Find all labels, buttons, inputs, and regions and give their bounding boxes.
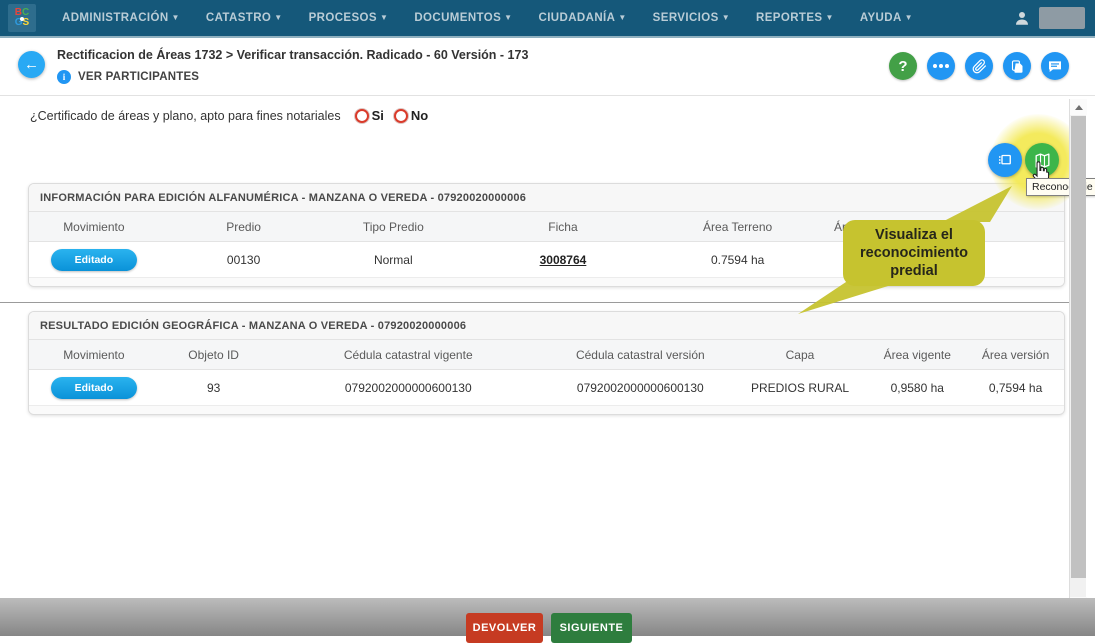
nav-item-documentos[interactable]: DOCUMENTOS▼: [414, 12, 512, 24]
col-tipo-predio: Tipo Predio: [328, 220, 458, 234]
radio-option-no[interactable]: No: [394, 108, 428, 123]
user-name-redacted[interactable]: [1039, 7, 1085, 29]
capa-value: PREDIOS RURAL: [733, 381, 868, 395]
breadcrumb: Rectificacion de Áreas 1732 > Verificar …: [57, 48, 528, 62]
area-terreno-value: 0.7594 ha: [668, 253, 808, 267]
chevron-down-icon: ▼: [504, 13, 512, 22]
cedula-version-value: 0792002000000600130: [548, 381, 733, 395]
nav-item-ciudadania[interactable]: CIUDADANÍA▼: [539, 12, 627, 24]
col-area-vigente: Área vigente: [867, 348, 967, 362]
area-version-value: 0,7594 ha: [967, 381, 1064, 395]
col-cedula-version: Cédula catastral versión: [548, 348, 733, 362]
area-vigente-value: 0,9580 ha: [867, 381, 967, 395]
app-logo[interactable]: BC GS: [8, 4, 36, 32]
page-subtitle: VER PARTICIPANTES: [78, 71, 199, 83]
col-movimiento: Movimiento: [29, 220, 159, 234]
back-button[interactable]: ←: [18, 51, 45, 78]
vertical-scrollbar[interactable]: [1069, 99, 1086, 613]
chevron-down-icon: ▼: [274, 13, 282, 22]
chevron-down-icon: ▼: [722, 13, 730, 22]
panel-geografica-title: RESULTADO EDICIÓN GEOGRÁFICA - MANZANA O…: [29, 312, 1064, 340]
copy-icon: [1010, 59, 1025, 74]
radio-option-si[interactable]: Si: [355, 108, 384, 123]
top-navbar: BC GS ADMINISTRACIÓN▼ CATASTRO▼ PROCESOS…: [0, 0, 1095, 38]
copy-documents-button[interactable]: [1003, 52, 1031, 80]
comments-button[interactable]: [1041, 52, 1069, 80]
col-area-terreno: Área Terreno: [668, 220, 808, 234]
question-icon: ?: [898, 58, 907, 75]
chevron-down-icon: ▼: [618, 13, 626, 22]
col-ficha: Ficha: [458, 220, 668, 234]
table2-header-row: Movimiento Objeto ID Cédula catastral vi…: [29, 340, 1064, 370]
col-cedula-vigente: Cédula catastral vigente: [269, 348, 548, 362]
col-predio: Predio: [159, 220, 329, 234]
nav-item-administracion[interactable]: ADMINISTRACIÓN▼: [62, 12, 180, 24]
nav-menu: ADMINISTRACIÓN▼ CATASTRO▼ PROCESOS▼ DOCU…: [62, 12, 913, 24]
question-label: ¿Certificado de áreas y plano, apto para…: [30, 109, 341, 123]
notarial-question: ¿Certificado de áreas y plano, apto para…: [30, 108, 428, 123]
tipo-predio-value: Normal: [328, 253, 458, 267]
panel-geografica: RESULTADO EDICIÓN GEOGRÁFICA - MANZANA O…: [28, 311, 1065, 415]
header-actions: ?: [889, 52, 1069, 80]
editado-badge[interactable]: Editado: [51, 249, 137, 271]
nav-item-procesos[interactable]: PROCESOS▼: [309, 12, 389, 24]
more-options-button[interactable]: [927, 52, 955, 80]
cedula-vigente-value: 0792002000000600130: [269, 381, 548, 395]
chevron-down-icon: ▼: [826, 13, 834, 22]
tutorial-callout: Visualiza el reconocimiento predial: [843, 220, 985, 286]
radio-si[interactable]: [355, 109, 369, 123]
editado-badge[interactable]: Editado: [51, 377, 137, 399]
scroll-up-button[interactable]: [1070, 99, 1087, 115]
nav-item-catastro[interactable]: CATASTRO▼: [206, 12, 283, 24]
col-movimiento: Movimiento: [29, 348, 159, 362]
selection-square-icon: [996, 151, 1014, 169]
attachments-button[interactable]: [965, 52, 993, 80]
col-capa: Capa: [733, 348, 868, 362]
objeto-id-value: 93: [159, 381, 269, 395]
user-icon[interactable]: [1013, 9, 1031, 27]
comment-icon: [1047, 58, 1063, 74]
nav-item-servicios[interactable]: SERVICIOS▼: [653, 12, 730, 24]
chevron-down-icon: ▼: [172, 13, 180, 22]
ficha-link[interactable]: 3008764: [540, 253, 587, 267]
panel-alfanumerica-title: INFORMACIÓN PARA EDICIÓN ALFANUMÉRICA - …: [29, 184, 1064, 212]
scrollbar-thumb[interactable]: [1071, 116, 1086, 578]
siguiente-button[interactable]: SIGUIENTE: [551, 613, 632, 643]
chevron-down-icon: ▼: [380, 13, 388, 22]
nav-item-ayuda[interactable]: AYUDA▼: [860, 12, 913, 24]
paperclip-icon: [972, 59, 987, 74]
nav-item-reportes[interactable]: REPORTES▼: [756, 12, 834, 24]
col-area-version: Área versión: [967, 348, 1064, 362]
footer-bar: DEVOLVER SIGUIENTE: [0, 598, 1095, 636]
info-icon[interactable]: i: [57, 70, 71, 84]
page-header: ← Rectificacion de Áreas 1732 > Verifica…: [0, 38, 1095, 96]
logo-dot: [20, 17, 24, 21]
col-objeto-id: Objeto ID: [159, 348, 269, 362]
section-divider: [0, 302, 1069, 303]
geographic-editor-button[interactable]: [988, 143, 1022, 177]
predio-value: 00130: [159, 253, 329, 267]
main-content: ¿Certificado de áreas y plano, apto para…: [0, 96, 1095, 598]
arrow-up-icon: [1075, 101, 1083, 110]
help-button[interactable]: ?: [889, 52, 917, 80]
table2-row: Editado 93 0792002000000600130 079200200…: [29, 370, 1064, 406]
ellipsis-icon: [933, 64, 949, 68]
devolver-button[interactable]: DEVOLVER: [466, 613, 543, 643]
radio-no[interactable]: [394, 109, 408, 123]
chevron-down-icon: ▼: [905, 13, 913, 22]
